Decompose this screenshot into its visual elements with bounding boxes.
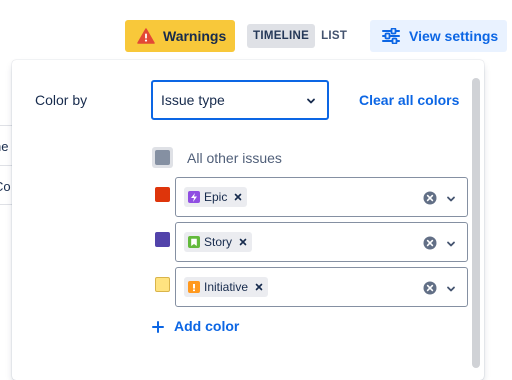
warning-icon — [137, 28, 155, 44]
epic-icon — [188, 191, 200, 203]
other-issues-swatch[interactable] — [152, 147, 173, 168]
chevron-down-icon[interactable] — [445, 192, 457, 204]
remove-tag-icon[interactable] — [238, 237, 248, 247]
initiative-icon — [188, 281, 200, 293]
color-swatch-purple[interactable] — [155, 232, 170, 247]
color-mapping-row: Story — [152, 222, 468, 262]
toggle-timeline[interactable]: TIMELINE — [247, 24, 316, 48]
issue-type-select[interactable]: Epic — [175, 177, 468, 217]
chevron-down-icon — [305, 94, 317, 106]
toggle-list[interactable]: LIST — [315, 24, 353, 48]
view-mode-toggle: TIMELINE LIST — [243, 20, 361, 52]
view-settings-button[interactable]: View settings — [370, 20, 507, 52]
background-divider — [0, 204, 12, 205]
clear-all-colors-link[interactable]: Clear all colors — [359, 92, 459, 108]
color-mapping-row: Epic — [152, 177, 468, 217]
plus-icon — [152, 320, 164, 333]
color-settings-popup: Color by Issue type Clear all colors All… — [12, 60, 484, 380]
background-divider — [0, 125, 12, 126]
background-divider — [0, 165, 12, 166]
story-icon — [188, 236, 200, 248]
tag-label: Story — [204, 235, 233, 249]
color-mapping-row: Initiative — [152, 267, 468, 307]
color-swatch-red[interactable] — [155, 187, 170, 202]
view-settings-label: View settings — [409, 28, 499, 44]
add-color-button[interactable]: Add color — [152, 318, 239, 334]
remove-tag-icon[interactable] — [254, 282, 264, 292]
other-issues-row: All other issues — [152, 147, 282, 168]
color-by-value: Issue type — [161, 92, 225, 108]
background-row-text: Co — [0, 179, 11, 194]
clear-selection-icon[interactable] — [423, 281, 437, 295]
clear-selection-icon[interactable] — [423, 191, 437, 205]
remove-tag-icon[interactable] — [233, 192, 243, 202]
issue-type-tag: Initiative — [184, 277, 269, 297]
warnings-label: Warnings — [163, 28, 227, 44]
background-row-text: ne — [0, 139, 9, 154]
chevron-down-icon[interactable] — [445, 282, 457, 294]
color-by-select[interactable]: Issue type — [151, 80, 329, 120]
sliders-icon — [382, 27, 400, 45]
chevron-down-icon[interactable] — [445, 237, 457, 249]
issue-type-select[interactable]: Story — [175, 222, 468, 262]
color-by-label: Color by — [35, 92, 88, 108]
issue-type-select[interactable]: Initiative — [175, 267, 468, 307]
add-color-label: Add color — [174, 318, 240, 334]
issue-type-tag: Epic — [184, 187, 248, 207]
warnings-button[interactable]: Warnings — [125, 20, 235, 52]
clear-selection-icon[interactable] — [423, 236, 437, 250]
popup-scrollbar[interactable] — [472, 78, 480, 368]
tag-label: Epic — [204, 190, 228, 204]
tag-label: Initiative — [204, 280, 249, 294]
issue-type-tag: Story — [184, 232, 253, 252]
other-issues-label: All other issues — [187, 149, 282, 166]
color-swatch-yellow[interactable] — [155, 277, 170, 292]
